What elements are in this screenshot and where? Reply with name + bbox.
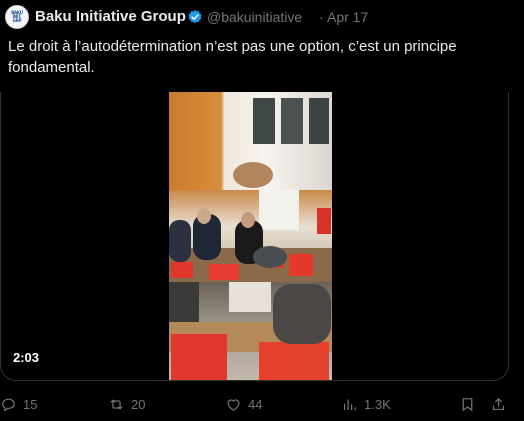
bookmark-button[interactable] <box>459 390 476 418</box>
author-handle[interactable]: @bakuinitiative <box>207 9 302 25</box>
action-bar: 15 20 44 1.3K <box>0 390 524 418</box>
red-chair <box>171 334 227 380</box>
like-count: 44 <box>248 396 263 412</box>
video-scene-top <box>169 92 332 190</box>
red-chair <box>259 342 329 380</box>
window <box>309 98 329 144</box>
repost-count: 20 <box>131 396 146 412</box>
person <box>169 220 191 262</box>
window <box>281 98 303 144</box>
separator-dot: · <box>319 9 324 25</box>
tweet-text: Le droit à l’autodétermination n’est pas… <box>8 38 457 76</box>
video-scene-bottom <box>169 282 332 380</box>
red-chair <box>171 262 193 278</box>
reply-icon <box>2 398 15 412</box>
video-scene-middle <box>169 190 332 282</box>
verified-badge-icon <box>188 10 202 24</box>
repost-icon <box>110 398 123 410</box>
repost-button[interactable]: 20 <box>108 390 145 418</box>
avatar[interactable]: BAKU INIT. GRP <box>5 5 29 29</box>
like-icon <box>227 398 240 411</box>
tweet-header: BAKU INIT. GRP Baku Initiative Group @baku… <box>0 0 524 34</box>
person <box>273 284 331 344</box>
window <box>253 98 275 144</box>
tweet-card: BAKU INIT. GRP Baku Initiative Group @baku… <box>0 0 524 421</box>
author-name[interactable]: Baku Initiative Group <box>35 8 186 25</box>
red-chair <box>289 254 313 276</box>
blurred-figure <box>233 162 273 188</box>
reply-count: 15 <box>23 396 38 412</box>
video-frame[interactable] <box>169 92 332 380</box>
paper <box>229 282 271 312</box>
red-chair <box>209 264 239 280</box>
views-button[interactable]: 1.3K <box>341 390 391 418</box>
avatar-logo: BAKU INIT. GRP <box>11 10 23 23</box>
bookmark-icon <box>462 397 473 411</box>
share-icon <box>492 397 505 410</box>
window <box>259 190 299 230</box>
red-chair <box>317 208 331 234</box>
views-icon <box>343 399 356 410</box>
blurred-figure <box>253 246 287 268</box>
face <box>241 212 255 228</box>
video-duration: 2:03 <box>13 350 40 365</box>
views-count: 1.3K <box>364 396 391 412</box>
reply-button[interactable]: 15 <box>0 390 37 418</box>
like-button[interactable]: 44 <box>225 390 262 418</box>
post-date[interactable]: Apr 17 <box>327 9 368 25</box>
face <box>197 208 211 224</box>
video-player[interactable]: 2:03 <box>0 92 509 381</box>
share-button[interactable] <box>490 390 507 418</box>
